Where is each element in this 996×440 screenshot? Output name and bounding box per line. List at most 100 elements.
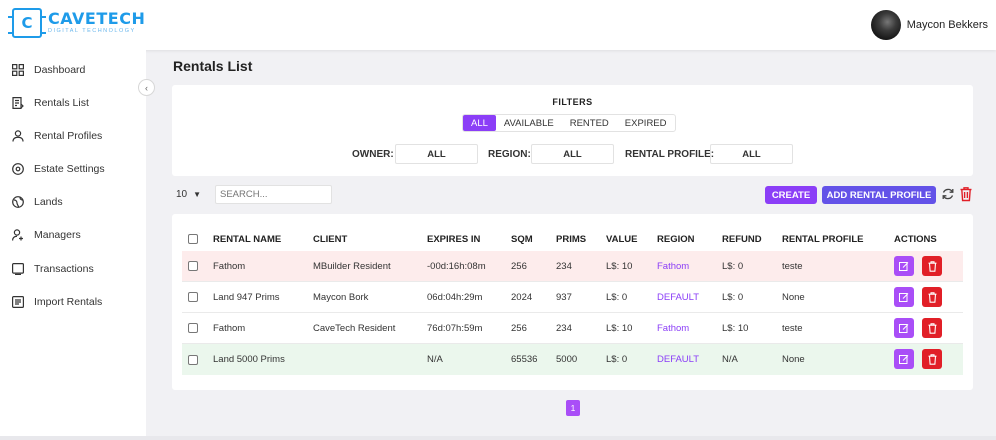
- client-name: CaveTech Resident: [313, 322, 396, 334]
- edit-button[interactable]: [894, 349, 914, 369]
- column-region[interactable]: REGION: [657, 228, 694, 250]
- sidebar-item-label: Import Rentals: [34, 296, 103, 308]
- rental-profile-value: None: [782, 354, 805, 365]
- status-filter-available[interactable]: AVAILABLE: [496, 115, 562, 131]
- sqm-value: 65536: [511, 354, 538, 365]
- status-filter-rented[interactable]: RENTED: [562, 115, 617, 131]
- globe-icon: [12, 196, 24, 208]
- row-checkbox[interactable]: [188, 323, 198, 333]
- column-prims[interactable]: PRIMS: [556, 228, 586, 250]
- filters-title: FILTERS: [552, 97, 593, 107]
- sidebar-item-label: Estate Settings: [34, 163, 105, 175]
- sidebar-item-import-rentals[interactable]: Import Rentals: [12, 292, 102, 312]
- sidebar-item-rental-profiles[interactable]: Rental Profiles: [12, 126, 102, 146]
- rental-profile-filter-label: RENTAL PROFILE:: [625, 149, 715, 160]
- delete-button[interactable]: [922, 256, 942, 276]
- trash-icon[interactable]: [959, 186, 973, 202]
- table-row[interactable]: Fathom CaveTech Resident 76d:07h:59m 256…: [182, 313, 963, 344]
- sidebar-item-label: Rental Profiles: [34, 130, 103, 142]
- refund-value: N/A: [722, 354, 738, 365]
- prims-value: 5000: [556, 354, 578, 365]
- region-link[interactable]: Fathom: [657, 313, 689, 343]
- refund-value: L$: 0: [722, 291, 744, 303]
- region-filter-select[interactable]: ALL: [531, 144, 614, 164]
- row-checkbox[interactable]: [188, 261, 198, 271]
- rental-name: Land 5000 Prims: [213, 354, 285, 365]
- delete-button[interactable]: [922, 287, 942, 307]
- column-expires-in[interactable]: EXPIRES IN: [427, 228, 480, 250]
- status-filter-expired[interactable]: EXPIRED: [617, 115, 675, 131]
- rental-name: Fathom: [213, 322, 246, 334]
- rental-profile-value: teste: [782, 260, 803, 272]
- table-row[interactable]: Fathom MBuilder Resident -00d:16h:08m 25…: [182, 251, 963, 282]
- brand-tagline: DIGITAL TECHNOLOGY: [48, 28, 136, 35]
- create-button[interactable]: CREATE: [765, 186, 817, 204]
- rental-name: Land 947 Prims: [213, 291, 280, 303]
- sidebar-item-managers[interactable]: Managers: [12, 225, 81, 245]
- column-client[interactable]: CLIENT: [313, 228, 347, 250]
- refund-value: L$: 10: [722, 322, 749, 334]
- delete-button[interactable]: [922, 349, 942, 369]
- rental-profile-filter-select[interactable]: ALL: [710, 144, 793, 164]
- status-filter-group: ALL AVAILABLE RENTED EXPIRED: [462, 114, 676, 132]
- column-rental-profile[interactable]: RENTAL PROFILE: [782, 228, 863, 250]
- edit-button[interactable]: [894, 256, 914, 276]
- top-bar: C CAVETECH DIGITAL TECHNOLOGY Maycon Bek…: [0, 0, 996, 50]
- search-input[interactable]: [215, 185, 332, 204]
- avatar[interactable]: [870, 10, 901, 40]
- trash-icon: [928, 353, 936, 365]
- grid-icon: [12, 64, 24, 76]
- rental-profile-value: teste: [782, 322, 803, 334]
- expires-in: -00d:16h:08m: [427, 260, 486, 272]
- sidebar-collapse-button[interactable]: ‹: [138, 79, 155, 96]
- column-refund[interactable]: REFUND: [722, 228, 762, 250]
- table-header: RENTAL NAME CLIENT EXPIRES IN SQM PRIMS …: [182, 228, 963, 250]
- table-row[interactable]: Land 947 Prims Maycon Bork 06d:04h:29m 2…: [182, 282, 963, 313]
- cavetech-logo[interactable]: C CAVETECH DIGITAL TECHNOLOGY: [8, 8, 145, 38]
- client-name: MBuilder Resident: [313, 260, 391, 272]
- user-plus-icon: [12, 229, 23, 241]
- add-rental-profile-button[interactable]: ADD RENTAL PROFILE: [822, 186, 936, 204]
- sidebar-item-estate-settings[interactable]: Estate Settings: [12, 159, 105, 179]
- region-filter-label: REGION:: [488, 149, 531, 160]
- region-link[interactable]: DEFAULT: [657, 344, 699, 375]
- edit-button[interactable]: [894, 318, 914, 338]
- delete-button[interactable]: [922, 318, 942, 338]
- page-size-select[interactable]: 10 ▼: [172, 185, 212, 204]
- edit-icon: [899, 355, 909, 364]
- refresh-icon[interactable]: [941, 187, 955, 201]
- user-menu[interactable]: Maycon Bekkers: [870, 10, 988, 40]
- sidebar: Dashboard Rentals List Rental Profiles E…: [0, 50, 146, 440]
- status-filter-all[interactable]: ALL: [463, 115, 496, 131]
- sidebar-item-transactions[interactable]: Transactions: [12, 259, 94, 279]
- user-name: Maycon Bekkers: [906, 19, 988, 31]
- sidebar-item-rentals-list[interactable]: Rentals List: [12, 93, 89, 113]
- sidebar-item-label: Transactions: [34, 263, 94, 275]
- edit-icon: [899, 293, 909, 302]
- column-value[interactable]: VALUE: [606, 228, 638, 250]
- prims-value: 937: [556, 291, 572, 303]
- owner-filter-select[interactable]: ALL: [395, 144, 478, 164]
- expires-in: 06d:04h:29m: [427, 291, 483, 303]
- sqm-value: 2024: [511, 291, 533, 303]
- sidebar-item-dashboard[interactable]: Dashboard: [12, 60, 85, 80]
- row-checkbox[interactable]: [188, 292, 198, 302]
- import-icon: [12, 296, 24, 308]
- expires-in: N/A: [427, 354, 443, 365]
- logo-text: CAVETECH DIGITAL TECHNOLOGY: [48, 11, 145, 35]
- region-link[interactable]: DEFAULT: [657, 282, 699, 312]
- sidebar-item-lands[interactable]: Lands: [12, 192, 63, 212]
- footer-divider: [0, 436, 996, 440]
- table-row[interactable]: Land 5000 Prims N/A 65536 5000 L$: 0 DEF…: [182, 344, 963, 375]
- chevron-down-icon: ▼: [193, 190, 202, 199]
- refund-value: L$: 0: [722, 260, 744, 272]
- pagination-page-1[interactable]: 1: [566, 400, 580, 416]
- column-rental-name[interactable]: RENTAL NAME: [213, 228, 281, 250]
- select-all-checkbox[interactable]: [188, 234, 198, 244]
- edit-button[interactable]: [894, 287, 914, 307]
- receipt-icon: [12, 263, 24, 275]
- column-sqm[interactable]: SQM: [511, 228, 533, 250]
- row-checkbox[interactable]: [188, 354, 198, 365]
- edit-icon: [899, 324, 909, 333]
- region-link[interactable]: Fathom: [657, 251, 689, 281]
